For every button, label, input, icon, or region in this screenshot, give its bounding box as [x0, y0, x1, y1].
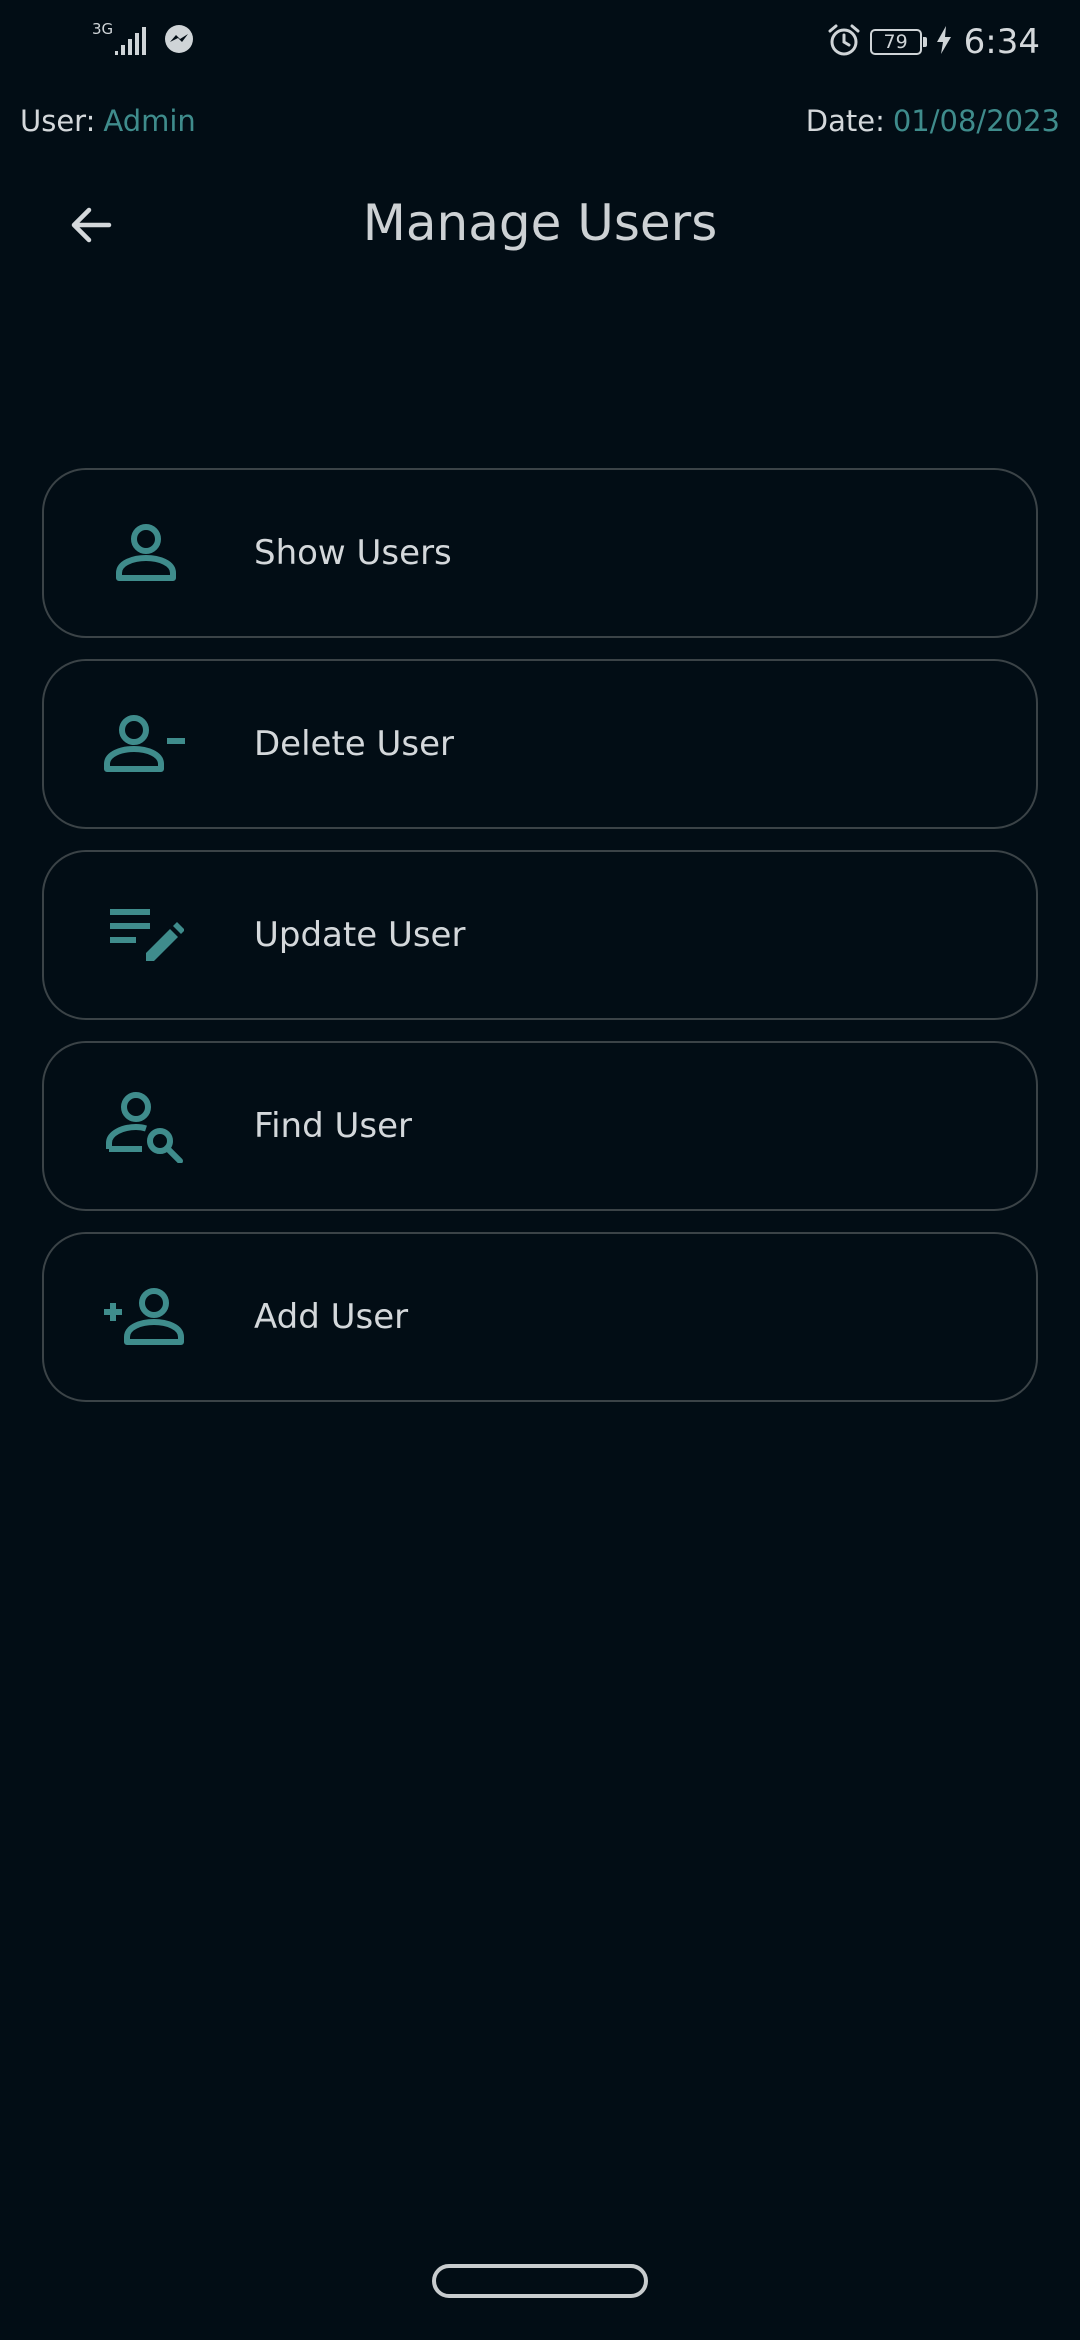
menu: Show Users Delete User Update User Find … [42, 468, 1038, 1423]
menu-item-label: Update User [254, 915, 466, 955]
user-info: User: Admin [20, 104, 196, 138]
info-row: User: Admin Date: 01/08/2023 [20, 104, 1060, 148]
person-remove-icon [100, 698, 192, 790]
menu-item-label: Delete User [254, 724, 455, 764]
home-indicator[interactable] [432, 2264, 648, 2298]
status-left: 3G [92, 22, 195, 59]
delete-user-button[interactable]: Delete User [42, 659, 1038, 829]
menu-item-label: Show Users [254, 533, 452, 573]
menu-item-label: Find User [254, 1106, 412, 1146]
date-label: Date: [805, 104, 885, 138]
date-info: Date: 01/08/2023 [806, 104, 1060, 138]
add-user-button[interactable]: Add User [42, 1232, 1038, 1402]
date-value: 01/08/2023 [892, 104, 1060, 138]
page-title: Manage Users [362, 194, 718, 252]
signal-icon [115, 25, 149, 59]
person-add-icon [100, 1271, 192, 1363]
header: Manage Users [0, 180, 1080, 270]
alarm-icon [826, 22, 862, 62]
messenger-icon [163, 23, 195, 59]
show-users-button[interactable]: Show Users [42, 468, 1038, 638]
menu-item-label: Add User [254, 1297, 409, 1337]
find-user-button[interactable]: Find User [42, 1041, 1038, 1211]
user-value: Admin [103, 104, 196, 138]
status-bar: 3G 79 6:34 [0, 0, 1080, 84]
battery-icon: 79 [869, 29, 927, 55]
status-right: 79 6:34 [826, 20, 1040, 64]
user-label: User: [20, 104, 96, 138]
charging-icon [936, 26, 952, 58]
network-type: 3G [92, 20, 114, 38]
clock: 6:34 [963, 22, 1040, 62]
update-user-button[interactable]: Update User [42, 850, 1038, 1020]
person-icon [100, 507, 192, 599]
person-search-icon [100, 1080, 192, 1172]
edit-list-icon [100, 889, 192, 981]
